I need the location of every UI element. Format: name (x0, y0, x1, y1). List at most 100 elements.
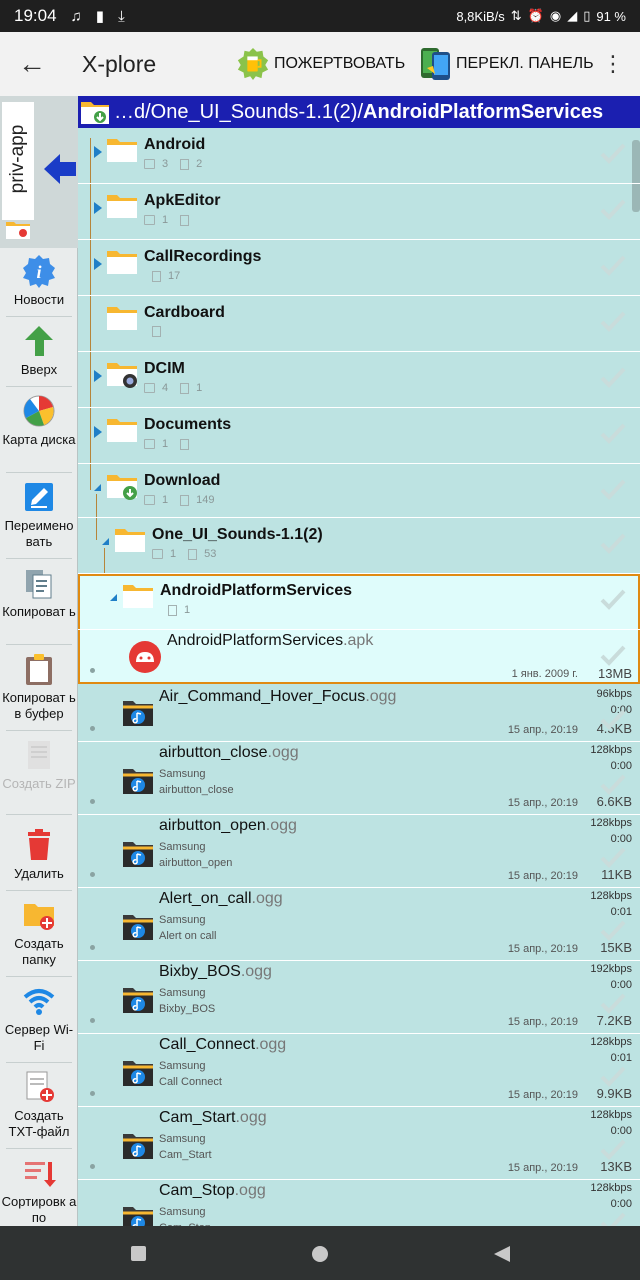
check-icon[interactable] (600, 366, 626, 388)
switch-panel-button[interactable]: ПЕРЕКЛ. ПАНЕЛЬ (418, 46, 594, 82)
file-count-icon (180, 494, 190, 506)
audio-file-row[interactable]: airbutton_close.ogg Samsung airbutton_clo… (78, 742, 640, 815)
more-options-icon[interactable]: ⋮ (602, 50, 624, 78)
apk-file-row[interactable]: AndroidPlatformServices.apk 1 янв. 2009 … (78, 630, 640, 684)
check-icon[interactable] (600, 478, 626, 500)
tool-new-folder-label: Создать папку (14, 936, 64, 967)
tool-create-zip[interactable]: Создать ZIP (0, 738, 78, 792)
tool-copy[interactable]: Копироват ь (0, 566, 78, 620)
folder-row[interactable]: One_UI_Sounds-1.1(2) 1 53 (78, 518, 640, 574)
pane-switch-arrow-icon[interactable] (44, 152, 76, 186)
divider (6, 472, 72, 473)
expand-arrow-icon[interactable] (94, 484, 101, 491)
folder-icon (107, 419, 137, 442)
check-icon[interactable] (600, 644, 626, 666)
list-bullet (90, 872, 95, 877)
audio-file-date: 15 апр., 20:19 (507, 1162, 578, 1174)
audio-file-row[interactable]: Air_Command_Hover_Focus.ogg 96kbps 0:00 1… (78, 686, 640, 742)
audio-bitrate-duration: 128kbps 0:00 (590, 1180, 632, 1212)
download-notification-icon: ⤓ (118, 7, 125, 25)
check-icon[interactable] (600, 992, 626, 1014)
new-txt-icon (26, 1071, 54, 1102)
folder-icon (107, 251, 137, 274)
expand-arrow-icon[interactable] (94, 258, 102, 270)
audio-file-row[interactable]: airbutton_open.ogg Samsung airbutton_open… (78, 815, 640, 888)
folder-row[interactable]: Download 1 149 (78, 464, 640, 518)
folder-row[interactable]: Android 3 2 (78, 128, 640, 184)
expand-arrow-icon[interactable] (110, 594, 117, 601)
tool-sort-label: Сортировк а по (1, 1194, 77, 1225)
check-icon[interactable] (600, 254, 626, 276)
expand-arrow-icon[interactable] (94, 370, 102, 382)
tool-copy-clipboard[interactable]: Копироват ь в буфер (0, 652, 78, 722)
clipboard-icon (26, 654, 52, 685)
expand-arrow-icon[interactable] (94, 202, 102, 214)
check-icon[interactable] (600, 919, 626, 941)
recents-icon[interactable] (130, 1245, 147, 1262)
audio-file-row[interactable]: Cam_Start.ogg Samsung Cam_Start 128kbps 0:… (78, 1107, 640, 1180)
tool-new-folder[interactable]: Создать папку (0, 898, 78, 968)
expand-arrow-icon[interactable] (102, 538, 109, 545)
tool-rename[interactable]: Переимено вать (0, 480, 78, 550)
audio-bitrate: 128kbps (590, 1182, 632, 1194)
file-list-pane[interactable]: …d/One_UI_Sounds-1.1(2)/AndroidPlatformS… (78, 96, 640, 1226)
check-icon[interactable] (600, 142, 626, 164)
subfolder-count: 1 (170, 548, 177, 560)
folder-name: DCIM (144, 360, 185, 377)
check-icon[interactable] (600, 708, 626, 730)
back-arrow-icon[interactable]: ← (0, 32, 64, 96)
check-icon[interactable] (600, 773, 626, 795)
tool-delete[interactable]: Удалить (0, 828, 78, 882)
expand-arrow-icon[interactable] (94, 146, 102, 158)
check-icon[interactable] (600, 1138, 626, 1160)
tool-news[interactable]: i Новости (0, 254, 78, 308)
expand-arrow-icon[interactable] (94, 426, 102, 438)
tool-wifi-server[interactable]: Сервер Wi-Fi (0, 984, 78, 1054)
folder-counts: 17 (144, 270, 180, 282)
tool-new-txt[interactable]: Создать TXT-файл (0, 1070, 78, 1140)
audio-file-row[interactable]: Bixby_BOS.ogg Samsung Bixby_BOS 192kbps 0:… (78, 961, 640, 1034)
check-icon[interactable] (600, 846, 626, 868)
file-count: 17 (168, 270, 181, 282)
check-icon[interactable] (600, 198, 626, 220)
check-icon[interactable] (600, 422, 626, 444)
audio-file-row[interactable]: Cam_Stop.ogg SamsungCam_Stop 128kbps 0:00 (78, 1180, 640, 1226)
audio-duration: 0:00 (610, 760, 632, 772)
check-icon[interactable] (600, 1065, 626, 1087)
audio-artist: Samsung (159, 987, 206, 999)
check-icon[interactable] (600, 532, 626, 554)
tool-up[interactable]: Вверх (0, 324, 78, 378)
tool-create-zip-label: Создать ZIP (2, 776, 76, 791)
folder-row[interactable]: AndroidPlatformServices 1 (78, 574, 640, 630)
folder-row[interactable]: CallRecordings 17 (78, 240, 640, 296)
folder-row[interactable]: ApkEditor 1 (78, 184, 640, 240)
home-icon[interactable] (311, 1245, 329, 1263)
path-bar[interactable]: …d/One_UI_Sounds-1.1(2)/AndroidPlatformS… (78, 96, 640, 128)
divider (6, 316, 72, 317)
audio-file-row[interactable]: Call_Connect.ogg Samsung Call Connect 128… (78, 1034, 640, 1107)
list-bullet (90, 945, 95, 950)
check-icon[interactable] (600, 310, 626, 332)
tool-disk-map[interactable]: Карта диска (0, 394, 78, 448)
switch-panel-label: ПЕРЕКЛ. ПАНЕЛЬ (456, 55, 594, 72)
audio-artist: Samsung (159, 1060, 206, 1072)
subfolder-count: 1 (162, 494, 169, 506)
folder-row[interactable]: DCIM 4 1 (78, 352, 640, 408)
folder-row[interactable]: Cardboard (78, 296, 640, 352)
tool-disk-map-label: Карта диска (2, 432, 76, 447)
audio-file-icon (123, 769, 153, 794)
donate-button[interactable]: ПОЖЕРТВОВАТЬ (236, 46, 405, 82)
new-folder-icon (24, 904, 54, 930)
audio-artist: Samsung (159, 768, 206, 780)
audio-file-size: 7.2KB (596, 1013, 632, 1028)
folder-row[interactable]: Documents 1 (78, 408, 640, 464)
back-icon[interactable] (493, 1245, 511, 1263)
check-icon[interactable] (600, 588, 626, 610)
tool-sort[interactable]: Сортировк а по (0, 1156, 78, 1226)
other-pane-tab[interactable]: priv-app (0, 96, 78, 248)
audio-file-row[interactable]: Alert_on_call.ogg Samsung Alert on call 1… (78, 888, 640, 961)
audio-title: airbutton_open (159, 857, 233, 869)
check-icon[interactable] (600, 1211, 626, 1226)
audio-duration: 0:00 (610, 833, 632, 845)
audio-duration: 0:00 (610, 1198, 632, 1210)
